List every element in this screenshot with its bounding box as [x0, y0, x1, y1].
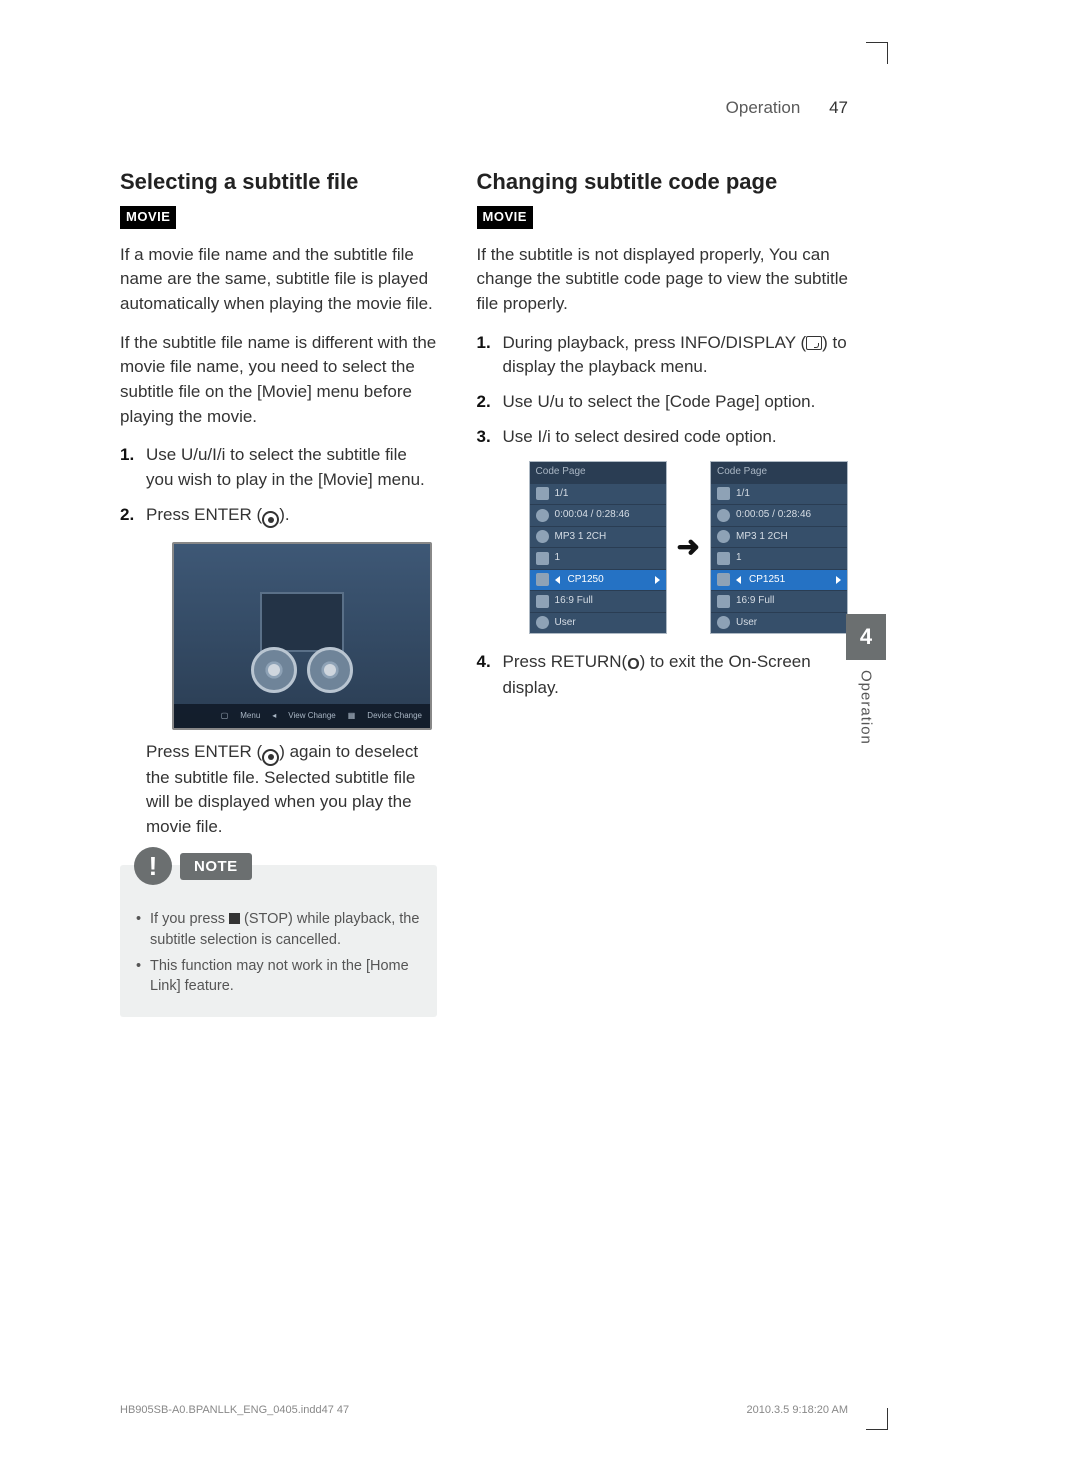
movie-badge: MOVIE: [477, 206, 533, 229]
left-steps: Use U/u/I/i to select the subtitle file …: [120, 443, 437, 839]
left-intro-2: If the subtitle file name is different w…: [120, 331, 437, 430]
note-list: If you press (STOP) while playback, the …: [134, 909, 423, 996]
header-chapter: Operation: [726, 98, 801, 117]
enter-icon: [262, 511, 279, 528]
left-step-2-sub: Press ENTER () again to deselect the sub…: [146, 740, 437, 839]
left-heading: Selecting a subtitle file: [120, 166, 437, 198]
screenshot-tv-frame: [260, 592, 344, 652]
right-steps: During playback, press INFO/DISPLAY () t…: [477, 331, 848, 701]
right-step-1: During playback, press INFO/DISPLAY () t…: [477, 331, 848, 380]
right-step-2: Use U/u to select the [Code Page] option…: [477, 390, 848, 415]
info-display-icon: [806, 336, 822, 350]
content-columns: Selecting a subtitle file MOVIE If a mov…: [120, 166, 848, 1017]
running-header: Operation 47: [726, 98, 848, 118]
note-exclamation-icon: !: [134, 847, 172, 885]
screenshot-film-reels: [251, 647, 353, 693]
stop-icon: [229, 913, 240, 924]
note-block: ! NOTE If you press (STOP) while playbac…: [120, 865, 437, 1016]
note-item-2: This function may not work in the [Home …: [134, 956, 423, 997]
chapter-side-tab: 4 Operation: [846, 614, 886, 745]
right-step-3: Use I/i to select desired code option. C…: [477, 425, 848, 635]
left-column: Selecting a subtitle file MOVIE If a mov…: [120, 166, 437, 1017]
dpad-left-right-icon: I/i: [538, 425, 551, 450]
note-label: NOTE: [180, 853, 252, 881]
dpad-all-icon: U/u/I/i: [181, 443, 225, 468]
crop-mark-top-right: [866, 42, 888, 64]
film-reel-icon: [307, 647, 353, 693]
codepage-panel-after: Code Page 1/1 0:00:05 / 0:28:46 MP3 1 2C…: [710, 461, 848, 634]
right-heading: Changing subtitle code page: [477, 166, 848, 198]
header-page-number: 47: [829, 98, 848, 117]
right-intro: If the subtitle is not displayed properl…: [477, 243, 848, 317]
note-item-1: If you press (STOP) while playback, the …: [134, 909, 423, 950]
dpad-up-down-icon: U/u: [538, 390, 564, 415]
film-reel-icon: [251, 647, 297, 693]
footer-file-info: HB905SB-A0.BPANLLK_ENG_0405.indd47 47: [120, 1404, 349, 1416]
enter-icon: [262, 749, 279, 766]
right-column: Changing subtitle code page MOVIE If the…: [477, 166, 848, 1017]
screenshot-bottom-bar: ▢Menu ◂View Change ▦Device Change: [174, 704, 430, 728]
crop-mark-bottom-right: [866, 1408, 888, 1430]
movie-menu-screenshot: ▢Menu ◂View Change ▦Device Change: [172, 542, 432, 730]
left-step-2: Press ENTER (). ▢Menu ◂View Change ▦Devi…: [120, 503, 437, 840]
movie-badge: MOVIE: [120, 206, 176, 229]
right-arrow-icon: ➜: [677, 527, 700, 568]
chapter-number: 4: [846, 614, 886, 660]
return-icon: O: [627, 653, 639, 676]
footer-timestamp: 2010.3.5 9:18:20 AM: [746, 1404, 848, 1416]
codepage-panel-before: Code Page 1/1 0:00:04 / 0:28:46 MP3 1 2C…: [529, 461, 667, 634]
codepage-screenshots: Code Page 1/1 0:00:04 / 0:28:46 MP3 1 2C…: [529, 461, 848, 634]
note-badge: ! NOTE: [134, 847, 252, 885]
left-step-1: Use U/u/I/i to select the subtitle file …: [120, 443, 437, 492]
page-footer: HB905SB-A0.BPANLLK_ENG_0405.indd47 47 20…: [120, 1404, 848, 1416]
left-intro-1: If a movie file name and the subtitle fi…: [120, 243, 437, 317]
right-step-4: Press RETURN(O) to exit the On-Screen di…: [477, 650, 848, 701]
manual-page: Operation 47 Selecting a subtitle file M…: [0, 0, 1080, 1472]
chapter-label-vertical: Operation: [858, 670, 875, 745]
